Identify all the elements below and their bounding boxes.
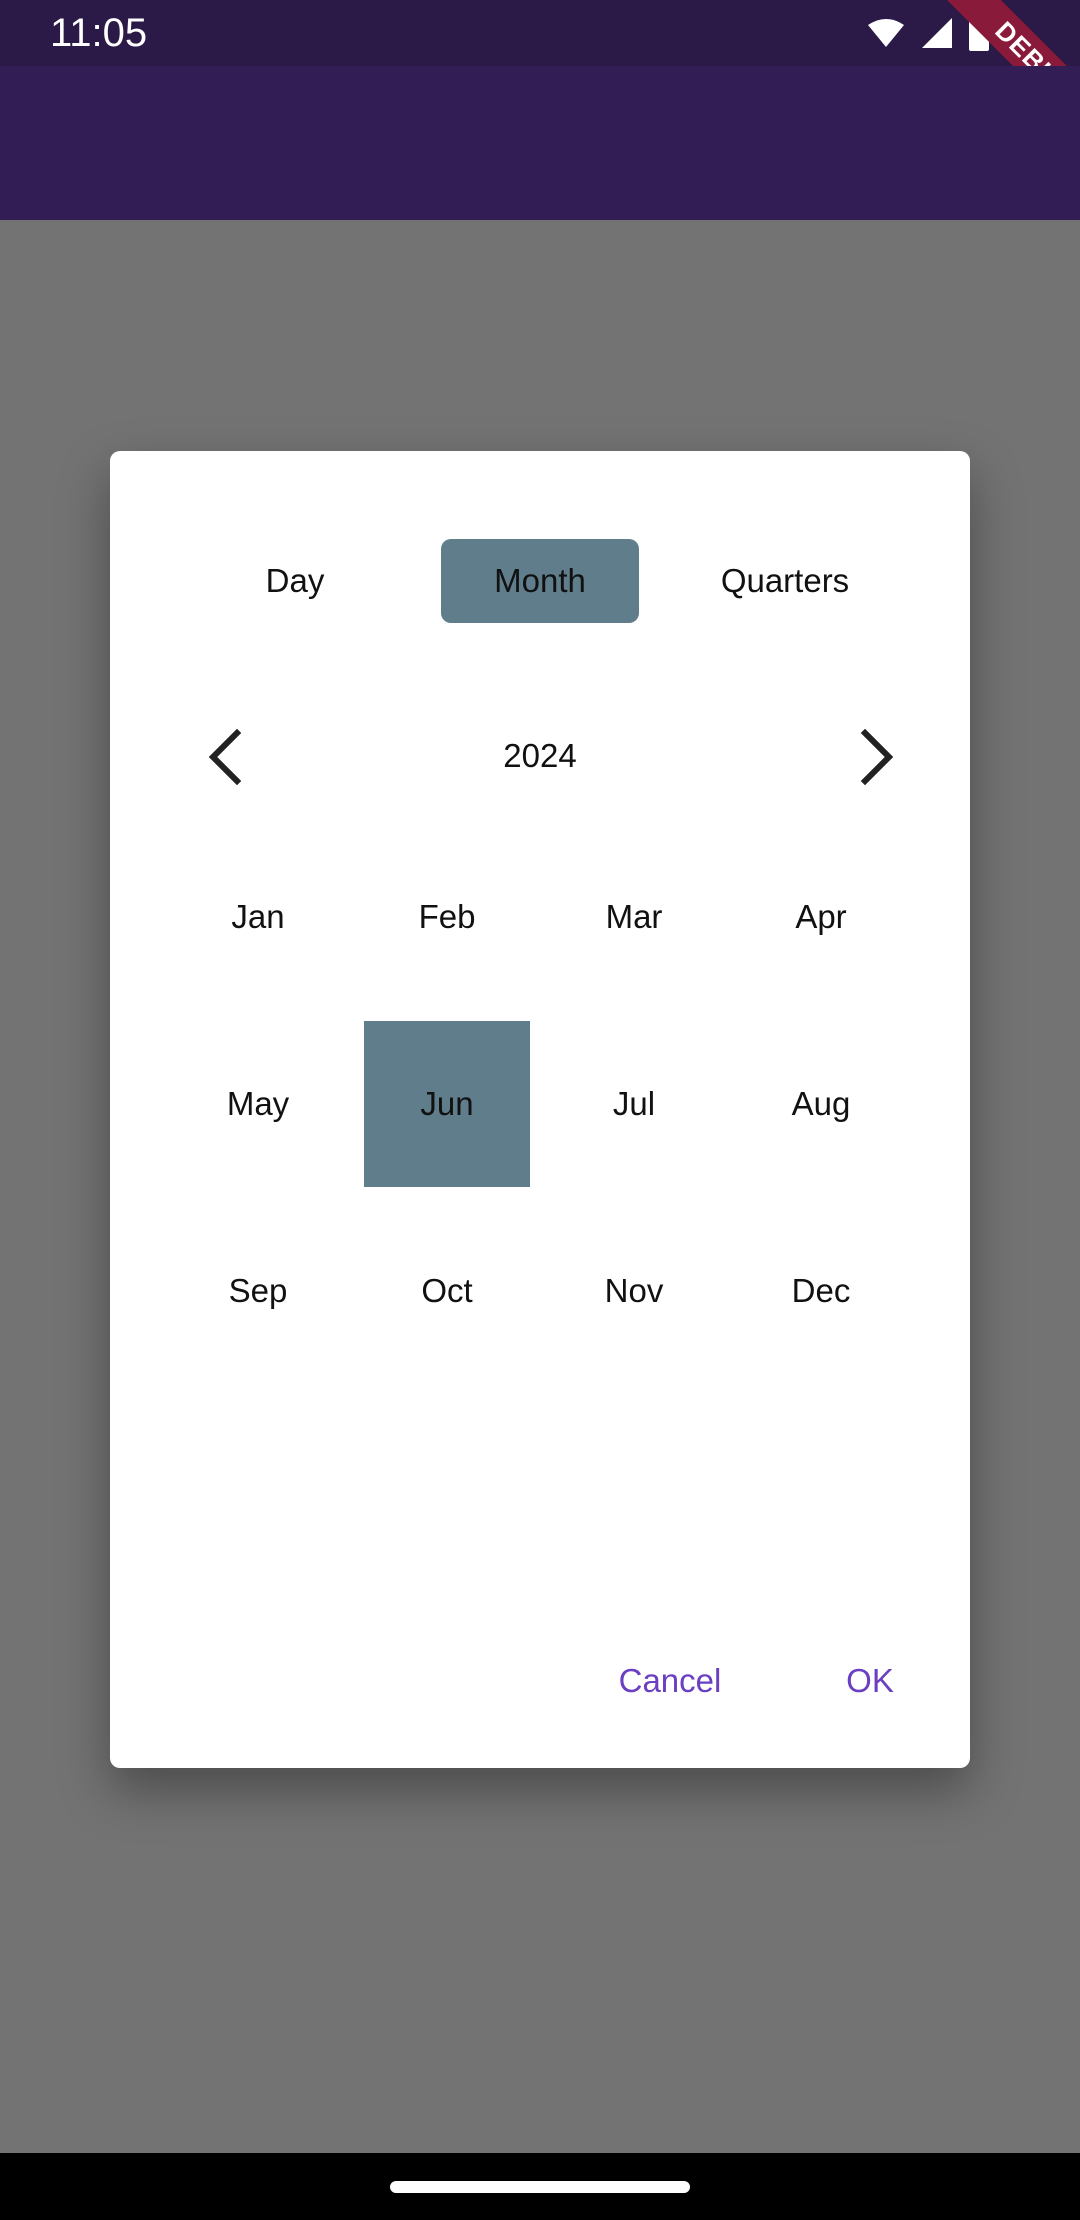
chevron-right-icon <box>860 729 894 785</box>
month-label: May <box>226 1085 290 1122</box>
month-cell-feb[interactable]: Feb <box>364 834 530 1000</box>
tab-month-label: Month <box>494 562 586 599</box>
month-label: Dec <box>791 1272 851 1309</box>
ok-button[interactable]: OK <box>810 1641 930 1721</box>
tab-quarters-label: Quarters <box>720 562 850 599</box>
month-label: Jan <box>231 898 285 935</box>
cancel-label: Cancel <box>618 1662 722 1699</box>
month-label: Nov <box>604 1272 664 1309</box>
month-label: Aug <box>791 1085 851 1122</box>
month-cell-mar[interactable]: Mar <box>551 834 717 1000</box>
tab-day[interactable]: Day <box>220 539 370 623</box>
month-label: Jul <box>612 1085 656 1122</box>
month-label: Oct <box>421 1272 473 1309</box>
home-indicator[interactable] <box>390 2181 690 2193</box>
month-cell-aug[interactable]: Aug <box>738 1021 904 1187</box>
month-cell-nov[interactable]: Nov <box>551 1208 717 1374</box>
month-cell-dec[interactable]: Dec <box>738 1208 904 1374</box>
month-cell-jun[interactable]: Jun <box>364 1021 530 1187</box>
app-bar <box>0 66 1080 220</box>
next-year-button[interactable] <box>837 717 917 797</box>
month-cell-jan[interactable]: Jan <box>175 834 341 1000</box>
status-time: 11:05 <box>50 11 148 55</box>
month-label: Sep <box>228 1272 288 1309</box>
system-nav-bar <box>0 2153 1080 2220</box>
month-label: Mar <box>605 898 663 935</box>
wifi-icon <box>868 19 904 47</box>
cancel-button[interactable]: Cancel <box>590 1641 750 1721</box>
tab-month[interactable]: Month <box>441 539 639 623</box>
ok-label: OK <box>846 1662 894 1699</box>
month-cell-jul[interactable]: Jul <box>551 1021 717 1187</box>
year-label: 2024 <box>503 737 577 774</box>
month-cell-apr[interactable]: Apr <box>738 834 904 1000</box>
month-label: Feb <box>418 898 476 935</box>
status-bar: 11:05 DEBUG <box>0 0 1080 150</box>
tab-day-label: Day <box>265 562 325 599</box>
month-picker-dialog: Day Month Quarters 2024 Jan Feb Mar Apr … <box>110 451 970 1768</box>
month-cell-sep[interactable]: Sep <box>175 1208 341 1374</box>
month-cell-may[interactable]: May <box>175 1021 341 1187</box>
previous-year-button[interactable] <box>185 717 265 797</box>
month-label: Jun <box>420 1085 474 1122</box>
chevron-left-icon <box>208 729 242 785</box>
tab-quarters[interactable]: Quarters <box>680 539 890 623</box>
month-cell-oct[interactable]: Oct <box>364 1208 530 1374</box>
month-label: Apr <box>795 898 847 935</box>
